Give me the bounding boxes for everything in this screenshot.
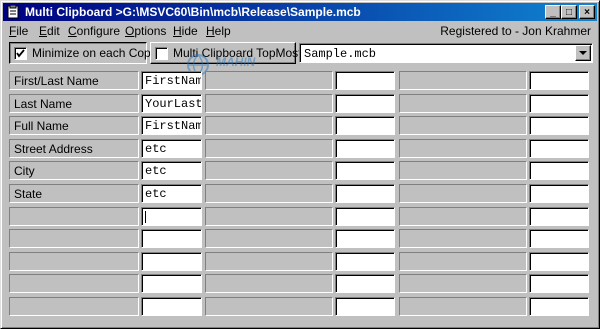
close-button[interactable]: ×	[579, 5, 595, 19]
empty-label-cell[interactable]	[399, 297, 527, 316]
row-value-field[interactable]	[141, 252, 202, 271]
row-label[interactable]	[9, 274, 139, 293]
toolbar: Minimize on each Copy Multi Clipboard To…	[3, 41, 597, 65]
empty-value-field[interactable]	[335, 252, 395, 271]
empty-value-field[interactable]	[335, 139, 395, 158]
row-label[interactable]: First/Last Name	[9, 71, 139, 90]
empty-label-cell[interactable]	[205, 252, 333, 271]
empty-label-cell[interactable]	[205, 207, 333, 226]
empty-value-field[interactable]	[335, 274, 395, 293]
empty-value-field[interactable]	[335, 207, 395, 226]
maximize-button[interactable]: □	[561, 5, 577, 19]
empty-label-cell[interactable]	[205, 184, 333, 203]
empty-value-field[interactable]	[529, 184, 589, 203]
empty-value-field[interactable]	[335, 94, 395, 113]
row-value-field[interactable]: etc	[141, 184, 202, 203]
empty-value-field[interactable]	[335, 161, 395, 180]
topmost-checkbox[interactable]	[155, 47, 168, 60]
menu-edit[interactable]: Edit	[39, 24, 60, 38]
row-label[interactable]: Full Name	[9, 116, 139, 135]
row-value-field[interactable]: FirstNam	[141, 116, 202, 135]
row-label[interactable]	[9, 297, 139, 316]
empty-label-cell[interactable]	[205, 274, 333, 293]
row-value-field[interactable]: YourLast	[141, 94, 202, 113]
empty-value-field[interactable]	[335, 229, 395, 248]
row-value-field[interactable]: FirstNam	[141, 71, 202, 90]
minimize-on-copy-toggle[interactable]: Minimize on each Copy	[9, 42, 157, 64]
empty-label-cell[interactable]	[399, 116, 527, 135]
menu-help[interactable]: Help	[206, 24, 231, 38]
minimize-on-copy-label: Minimize on each Copy	[32, 46, 157, 60]
menu-bar: File Edit Configure Options Hide Help Re…	[3, 22, 597, 40]
empty-value-field[interactable]	[529, 71, 589, 90]
empty-value-field[interactable]	[529, 297, 589, 316]
empty-label-cell[interactable]	[205, 229, 333, 248]
empty-label-cell[interactable]	[205, 297, 333, 316]
row-value-field[interactable]	[141, 207, 202, 226]
empty-label-cell[interactable]	[399, 94, 527, 113]
empty-label-cell[interactable]	[399, 274, 527, 293]
text-caret	[145, 211, 146, 223]
empty-value-field[interactable]	[529, 207, 589, 226]
empty-value-field[interactable]	[529, 252, 589, 271]
empty-label-cell[interactable]	[399, 161, 527, 180]
file-combo[interactable]: Sample.mcb	[299, 43, 593, 63]
empty-value-field[interactable]	[529, 274, 589, 293]
menu-file[interactable]: File	[9, 24, 28, 38]
row-label[interactable]: State	[9, 184, 139, 203]
window-title: Multi Clipboard >G:\MSVC60\Bin\mcb\Relea…	[25, 5, 361, 19]
combo-dropdown-button[interactable]	[575, 45, 591, 61]
empty-label-cell[interactable]	[399, 139, 527, 158]
close-icon: ×	[584, 7, 590, 18]
empty-label-cell[interactable]	[399, 229, 527, 248]
row-label[interactable]: Last Name	[9, 94, 139, 113]
empty-value-field[interactable]	[335, 297, 395, 316]
row-label[interactable]: Street Address	[9, 139, 139, 158]
menu-configure[interactable]: Configure	[68, 24, 120, 38]
row-label[interactable]	[9, 207, 139, 226]
row-label[interactable]	[9, 252, 139, 271]
empty-value-field[interactable]	[529, 229, 589, 248]
watermark-text: MAHIN	[216, 55, 256, 69]
empty-value-field[interactable]	[335, 71, 395, 90]
clipboard-app-icon	[7, 5, 19, 19]
empty-label-cell[interactable]	[399, 252, 527, 271]
menu-hide[interactable]: Hide	[173, 24, 198, 38]
title-bar[interactable]: Multi Clipboard >G:\MSVC60\Bin\mcb\Relea…	[3, 3, 597, 21]
minimize-button[interactable]: _	[545, 5, 561, 19]
empty-value-field[interactable]	[335, 116, 395, 135]
minimize-icon: _	[550, 7, 556, 18]
row-value-field[interactable]: etc	[141, 161, 202, 180]
empty-label-cell[interactable]	[205, 116, 333, 135]
empty-label-cell[interactable]	[205, 71, 333, 90]
minimize-on-copy-checkbox[interactable]	[14, 47, 27, 60]
empty-label-cell[interactable]	[205, 139, 333, 158]
row-value-field[interactable]: etc	[141, 139, 202, 158]
empty-value-field[interactable]	[529, 139, 589, 158]
checkmark-icon	[16, 49, 25, 58]
chevron-down-icon	[579, 51, 587, 55]
row-label[interactable]	[9, 229, 139, 248]
registered-to-label: Registered to - Jon Krahmer	[440, 24, 591, 38]
row-label[interactable]: City	[9, 161, 139, 180]
empty-value-field[interactable]	[529, 94, 589, 113]
row-value-field[interactable]	[141, 229, 202, 248]
maximize-icon: □	[565, 7, 573, 18]
row-value-field[interactable]	[141, 274, 202, 293]
empty-label-cell[interactable]	[399, 184, 527, 203]
main-window: Multi Clipboard >G:\MSVC60\Bin\mcb\Relea…	[0, 0, 600, 329]
empty-value-field[interactable]	[529, 161, 589, 180]
file-combo-value: Sample.mcb	[304, 47, 377, 61]
empty-label-cell[interactable]	[205, 94, 333, 113]
empty-label-cell[interactable]	[399, 207, 527, 226]
empty-label-cell[interactable]	[205, 161, 333, 180]
menu-options[interactable]: Options	[125, 24, 166, 38]
row-value-field[interactable]	[141, 297, 202, 316]
empty-label-cell[interactable]	[399, 71, 527, 90]
empty-value-field[interactable]	[335, 184, 395, 203]
empty-value-field[interactable]	[529, 116, 589, 135]
